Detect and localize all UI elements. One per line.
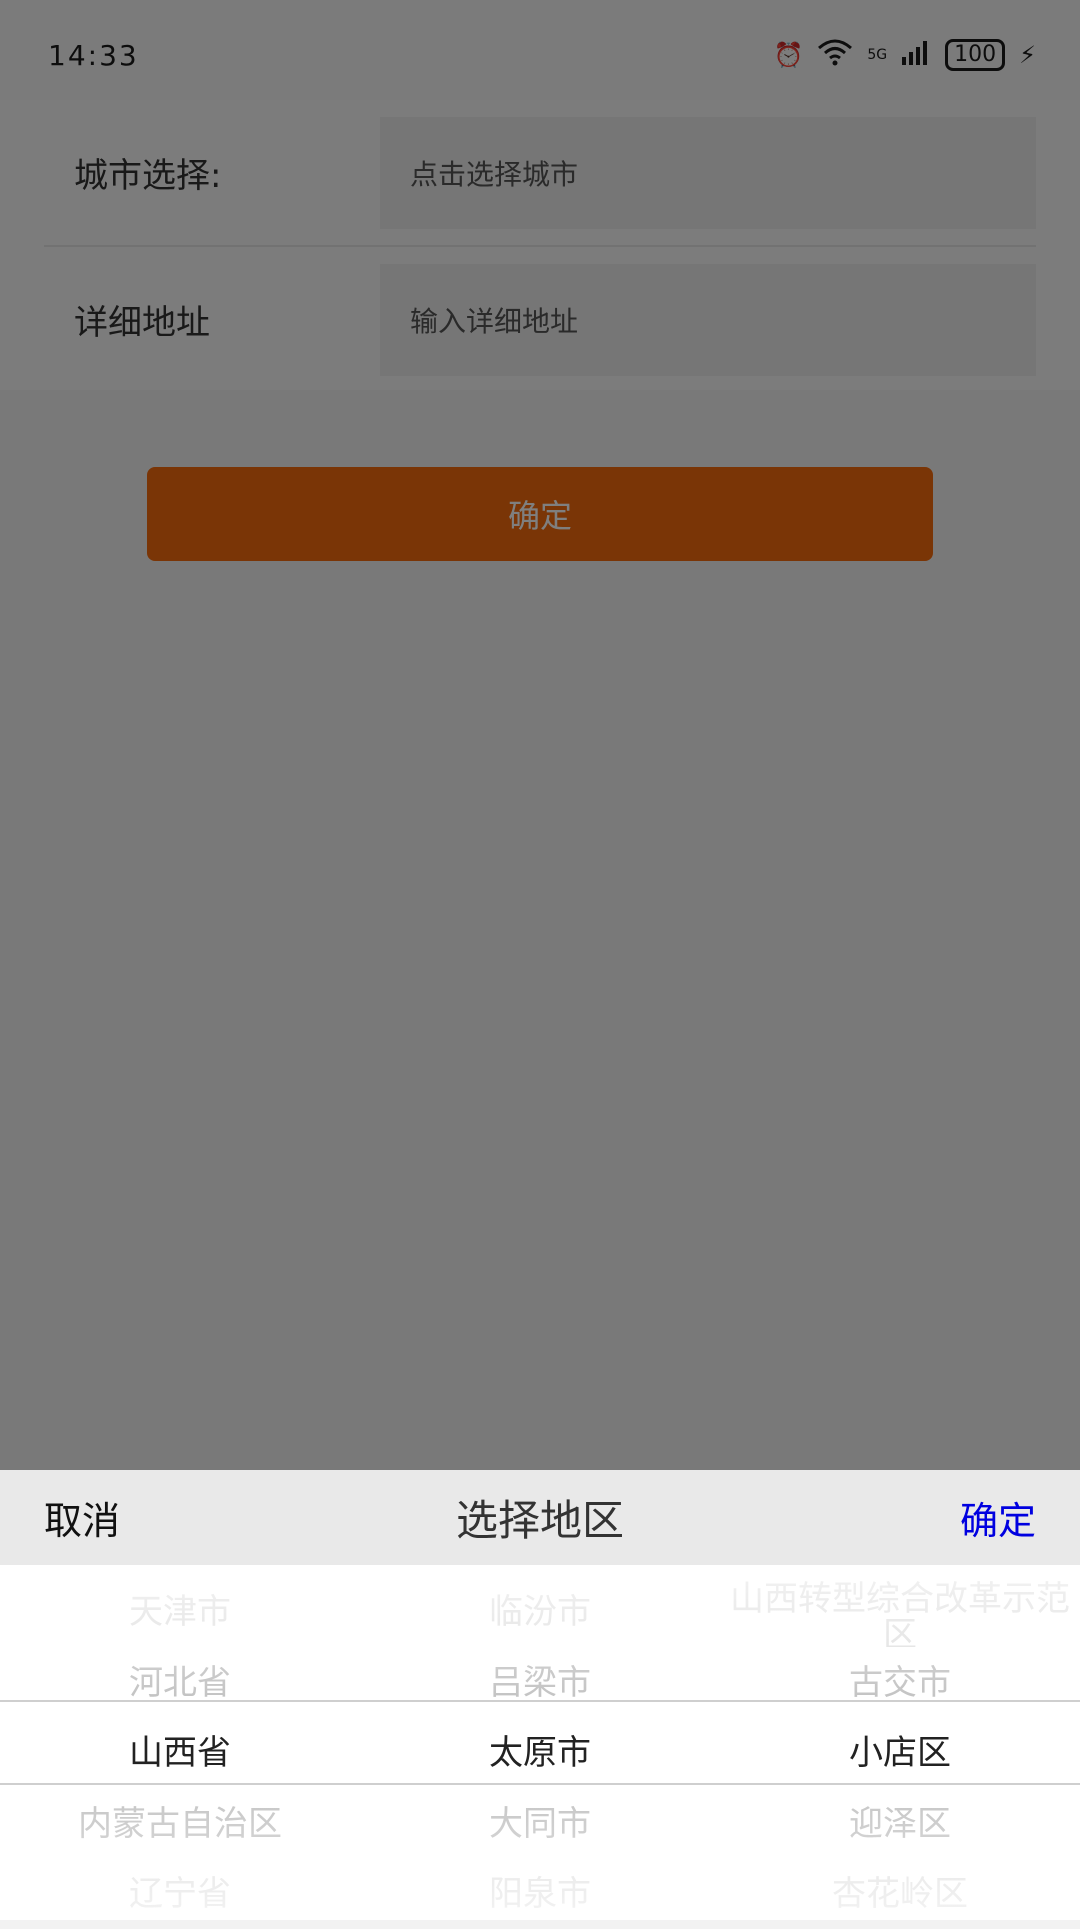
district-option[interactable]: 山西转型综合改革示范区 [720,1577,1080,1647]
selection-line-bottom [0,1783,1080,1785]
city-option-selected[interactable]: 太原市 [360,1718,720,1788]
picker-columns: 天津市 河北省 山西省 内蒙古自治区 辽宁省 临汾市 吕梁市 太原市 大同市 阳… [0,1565,1080,1920]
district-option[interactable]: 古交市 [720,1648,1080,1718]
picker-title: 选择地区 [455,1496,624,1545]
province-option[interactable]: 河北省 [0,1648,360,1718]
city-option[interactable]: 吕梁市 [360,1648,720,1718]
province-option[interactable]: 天津市 [0,1577,360,1647]
selection-line-top [0,1700,1080,1702]
province-wheel[interactable]: 天津市 河北省 山西省 内蒙古自治区 辽宁省 [0,1565,360,1920]
city-option[interactable]: 临汾市 [360,1577,720,1647]
province-option[interactable]: 内蒙古自治区 [0,1789,360,1859]
picker-header: 取消 选择地区 确定 [0,1470,1080,1565]
district-option[interactable]: 迎泽区 [720,1789,1080,1859]
region-picker: 取消 选择地区 确定 天津市 河北省 山西省 内蒙古自治区 辽宁省 临汾市 吕梁… [0,1470,1080,1920]
picker-body: 天津市 河北省 山西省 内蒙古自治区 辽宁省 临汾市 吕梁市 太原市 大同市 阳… [0,1565,1080,1920]
picker-confirm-button[interactable]: 确定 [960,1490,1036,1545]
picker-cancel-button[interactable]: 取消 [44,1490,120,1545]
province-option[interactable]: 辽宁省 [0,1859,360,1929]
modal-backdrop[interactable] [0,0,1080,1470]
district-option[interactable]: 杏花岭区 [720,1859,1080,1929]
city-wheel[interactable]: 临汾市 吕梁市 太原市 大同市 阳泉市 [360,1565,720,1920]
city-option[interactable]: 阳泉市 [360,1859,720,1929]
province-option-selected[interactable]: 山西省 [0,1718,360,1788]
city-option[interactable]: 大同市 [360,1789,720,1859]
district-wheel[interactable]: 山西转型综合改革示范区 古交市 小店区 迎泽区 杏花岭区 [720,1565,1080,1920]
district-option-selected[interactable]: 小店区 [720,1718,1080,1788]
